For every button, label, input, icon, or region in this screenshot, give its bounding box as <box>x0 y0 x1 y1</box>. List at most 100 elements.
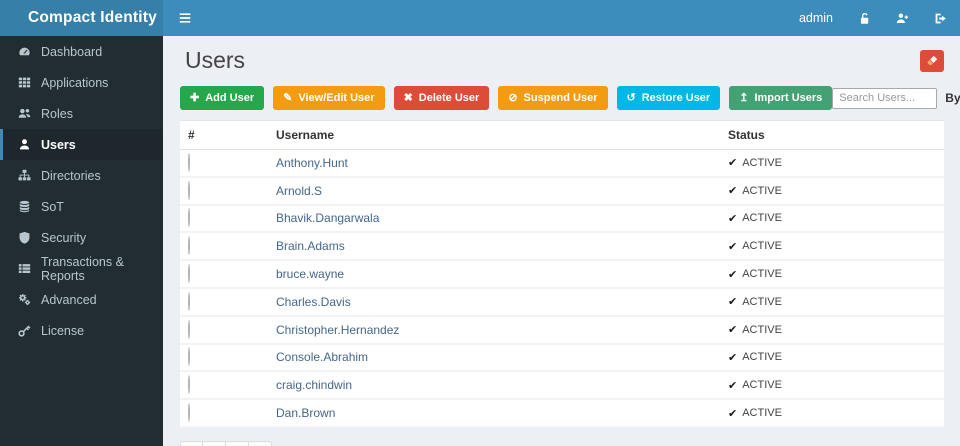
status-text: ACTIVE <box>742 407 782 420</box>
edit-icon: ✎ <box>283 91 293 104</box>
sidebar-item-directories[interactable]: Directories <box>0 160 163 191</box>
status-cell: ✔ ACTIVE <box>720 351 944 364</box>
status-cell: ✔ ACTIVE <box>720 212 944 225</box>
import-users-button[interactable]: ↥ Import Users <box>729 86 833 110</box>
status-text: ACTIVE <box>742 212 782 225</box>
sidebar-item-security[interactable]: Security <box>0 222 163 253</box>
username-link[interactable]: Charles.Davis <box>268 295 720 309</box>
username-link[interactable]: Brain.Adams <box>268 239 720 253</box>
topbar-username[interactable]: admin <box>799 11 833 25</box>
row-select-radio[interactable] <box>188 347 190 367</box>
row-select-radio[interactable] <box>188 208 190 228</box>
table-header-row: # Username Status <box>180 121 944 150</box>
row-select-radio[interactable] <box>188 264 190 284</box>
check-icon: ✔ <box>728 324 738 337</box>
list-icon <box>18 262 31 275</box>
pagination-button[interactable] <box>203 440 226 446</box>
sidebar-item-sot[interactable]: SoT <box>0 191 163 222</box>
topbar-main: admin <box>163 0 960 36</box>
username-link[interactable]: bruce.wayne <box>268 267 720 281</box>
x-icon: ✖ <box>403 91 413 104</box>
sidebar: Dashboard Applications Roles Users Directori… <box>0 36 163 446</box>
check-icon: ✔ <box>728 407 738 420</box>
pagination-button[interactable] <box>249 440 272 446</box>
status-text: ACTIVE <box>742 379 782 392</box>
sidebar-item-advanced[interactable]: Advanced <box>0 284 163 315</box>
table-row: bruce.wayne ✔ ACTIVE <box>180 261 944 289</box>
check-icon: ✔ <box>728 185 738 198</box>
status-text: ACTIVE <box>742 156 782 169</box>
sidebar-item-transactions-reports[interactable]: Transactions & Reports <box>0 253 163 284</box>
sign-out-icon[interactable] <box>934 12 947 25</box>
app-window: Compact Identity admin Dashboard Applicat… <box>0 0 960 446</box>
row-select-radio[interactable] <box>188 319 190 339</box>
status-cell: ✔ ACTIVE <box>720 407 944 420</box>
status-cell: ✔ ACTIVE <box>720 240 944 253</box>
clear-filter-button[interactable] <box>920 49 944 72</box>
users-table: # Username Status Anthony.Hunt ✔ ACTIVE Arnol… <box>180 120 944 428</box>
delete-user-button[interactable]: ✖ Delete User <box>393 86 490 110</box>
sidebar-item-license[interactable]: License <box>0 315 163 346</box>
eraser-icon <box>926 54 939 67</box>
row-select-radio[interactable] <box>188 152 190 172</box>
sidebar-item-users[interactable]: Users <box>0 129 163 160</box>
add-user-button[interactable]: ✚ Add User <box>180 86 265 110</box>
status-text: ACTIVE <box>742 295 782 308</box>
view-edit-user-button[interactable]: ✎ View/Edit User <box>273 86 385 110</box>
row-select-radio[interactable] <box>188 375 190 395</box>
username-link[interactable]: Arnold.S <box>268 184 720 198</box>
check-icon: ✔ <box>728 212 738 225</box>
username-link[interactable]: Dan.Brown <box>268 406 720 420</box>
check-icon: ✔ <box>728 240 738 253</box>
column-header-status: Status <box>728 128 765 142</box>
gears-icon <box>18 293 31 306</box>
user-icon <box>18 138 31 151</box>
button-label: Add User <box>205 92 255 104</box>
username-link[interactable]: Console.Abrahim <box>268 350 720 364</box>
table-row: Christopher.Hernandez ✔ ACTIVE <box>180 317 944 345</box>
pagination-button[interactable] <box>226 440 249 446</box>
table-row: Bhavik.Dangarwala ✔ ACTIVE <box>180 206 944 234</box>
database-icon <box>18 200 31 213</box>
user-plus-icon[interactable] <box>896 12 909 25</box>
sidebar-item-applications[interactable]: Applications <box>0 67 163 98</box>
page-title: Users <box>185 47 246 73</box>
row-select-radio[interactable] <box>188 403 190 423</box>
pagination-button[interactable] <box>180 440 203 446</box>
status-text: ACTIVE <box>742 240 782 253</box>
column-header-item: # <box>188 128 195 142</box>
username-link[interactable]: Christopher.Hernandez <box>268 323 720 337</box>
restore-user-button[interactable]: ↺ Restore User <box>616 86 721 110</box>
sidebar-item-label: Dashboard <box>41 44 103 59</box>
table-row: Brain.Adams ✔ ACTIVE <box>180 233 944 262</box>
username-link[interactable]: Anthony.Hunt <box>268 156 720 170</box>
button-label: Delete User <box>418 92 480 104</box>
sidebar-toggle-button[interactable] <box>174 7 196 29</box>
check-icon: ✔ <box>728 296 738 309</box>
row-select-radio[interactable] <box>188 291 190 311</box>
table-body: Anthony.Hunt ✔ ACTIVE Arnold.S ✔ ACTIVE Bhavik… <box>180 150 944 428</box>
app-brand: Compact Identity <box>0 0 163 36</box>
sidebar-item-label: SoT <box>41 199 64 214</box>
shield-icon <box>18 231 31 244</box>
table-row: Anthony.Hunt ✔ ACTIVE <box>180 150 944 178</box>
ban-icon: ⊘ <box>508 91 518 104</box>
username-link[interactable]: craig.chindwin <box>268 378 720 392</box>
button-label: Restore User <box>641 92 711 104</box>
button-label: Suspend User <box>523 92 598 104</box>
status-cell: ✔ ACTIVE <box>720 323 944 337</box>
status-text: ACTIVE <box>742 184 782 197</box>
row-select-radio[interactable] <box>188 180 190 200</box>
table-row: Arnold.S ✔ ACTIVE <box>180 178 944 206</box>
status-cell: ✔ ACTIVE <box>720 156 944 170</box>
row-select-radio[interactable] <box>188 236 190 256</box>
sidebar-item-dashboard[interactable]: Dashboard <box>0 36 163 67</box>
sidebar-item-roles[interactable]: Roles <box>0 98 163 129</box>
suspend-user-button[interactable]: ⊘ Suspend User <box>498 86 608 110</box>
search-input[interactable] <box>832 87 938 109</box>
unlock-icon[interactable] <box>858 12 871 25</box>
check-icon: ✔ <box>728 268 738 281</box>
page-header: Users <box>180 36 944 80</box>
status-text: ACTIVE <box>742 351 782 364</box>
username-link[interactable]: Bhavik.Dangarwala <box>268 211 720 225</box>
